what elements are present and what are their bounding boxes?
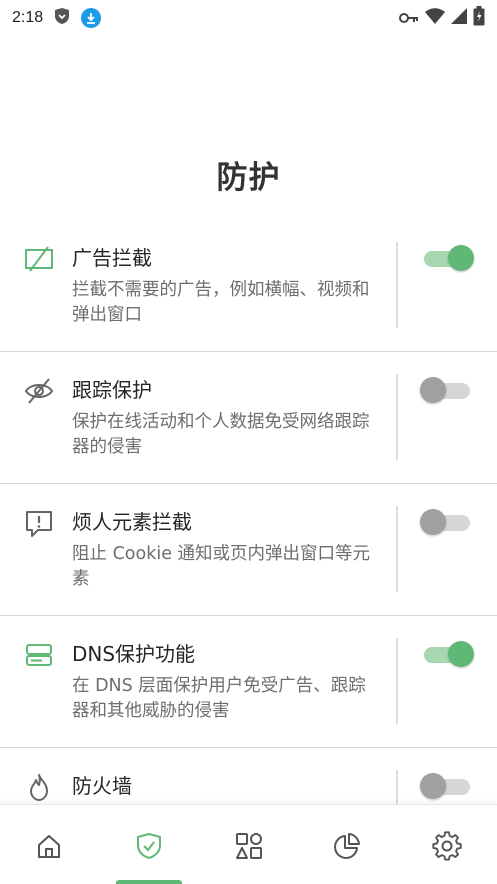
annoyance-blocking-toggle[interactable] xyxy=(420,509,474,535)
page-title: 防护 xyxy=(216,160,281,196)
item-title: 跟踪保护 xyxy=(72,378,152,402)
divider xyxy=(396,638,398,724)
divider xyxy=(396,374,398,460)
divider xyxy=(396,242,398,328)
item-description: 保护在线活动和个人数据免受网络跟踪器的侵害 xyxy=(72,412,370,457)
signal-icon xyxy=(451,8,467,28)
fire-icon xyxy=(24,772,54,802)
bottom-navigation xyxy=(0,804,497,884)
list-item-annoyance-blocking[interactable]: 烦人元素拦截 阻止 Cookie 通知或页内弹出窗口等元素 xyxy=(0,484,497,616)
shield-check-icon[interactable] xyxy=(134,831,164,861)
battery-icon xyxy=(473,6,485,30)
list-item-tracking-protection[interactable]: 跟踪保护 保护在线活动和个人数据免受网络跟踪器的侵害 xyxy=(0,352,497,484)
divider xyxy=(396,506,398,592)
toggle-knob xyxy=(420,509,446,535)
item-title: 烦人元素拦截 xyxy=(72,510,192,534)
list-item-dns-protection[interactable]: DNS保护功能 在 DNS 层面保护用户免受广告、跟踪器和其他威胁的侵害 xyxy=(0,616,497,748)
dns-server-icon xyxy=(24,640,54,670)
ad-block-icon xyxy=(24,244,54,274)
item-description: 在 DNS 层面保护用户免受广告、跟踪器和其他威胁的侵害 xyxy=(72,676,366,721)
toggle-knob xyxy=(420,377,446,403)
wifi-icon xyxy=(425,8,445,28)
home-icon[interactable] xyxy=(34,831,64,861)
item-title: DNS保护功能 xyxy=(72,642,196,666)
alert-message-icon xyxy=(24,508,54,538)
active-tab-indicator xyxy=(116,880,182,884)
protection-list: 广告拦截 拦截不需要的广告，例如横幅、视频和弹出窗口 跟踪保护 保护在线活动和个… xyxy=(0,220,497,810)
toggle-knob xyxy=(448,641,474,667)
download-icon xyxy=(81,8,102,28)
item-title: 广告拦截 xyxy=(72,246,152,270)
item-title: 防火墙 xyxy=(72,774,132,798)
ad-blocking-toggle[interactable] xyxy=(420,245,474,271)
toggle-knob xyxy=(448,245,474,271)
list-item-firewall[interactable]: 防火墙 xyxy=(0,748,497,810)
shield-status-icon xyxy=(53,7,71,29)
item-description: 阻止 Cookie 通知或页内弹出窗口等元素 xyxy=(72,544,371,589)
list-item-ad-blocking[interactable]: 广告拦截 拦截不需要的广告，例如横幅、视频和弹出窗口 xyxy=(0,220,497,352)
status-bar: 2:18 xyxy=(0,0,497,36)
item-description: 拦截不需要的广告，例如横幅、视频和弹出窗口 xyxy=(72,280,370,325)
pie-chart-icon[interactable] xyxy=(332,831,362,861)
firewall-toggle[interactable] xyxy=(420,773,474,799)
dns-protection-toggle[interactable] xyxy=(420,641,474,667)
settings-gear-icon[interactable] xyxy=(432,831,462,861)
key-icon xyxy=(399,9,419,28)
apps-grid-icon[interactable] xyxy=(234,831,264,861)
tracking-protection-toggle[interactable] xyxy=(420,377,474,403)
eye-slash-icon xyxy=(24,376,54,406)
toggle-knob xyxy=(420,773,446,799)
status-time: 2:18 xyxy=(12,9,44,26)
